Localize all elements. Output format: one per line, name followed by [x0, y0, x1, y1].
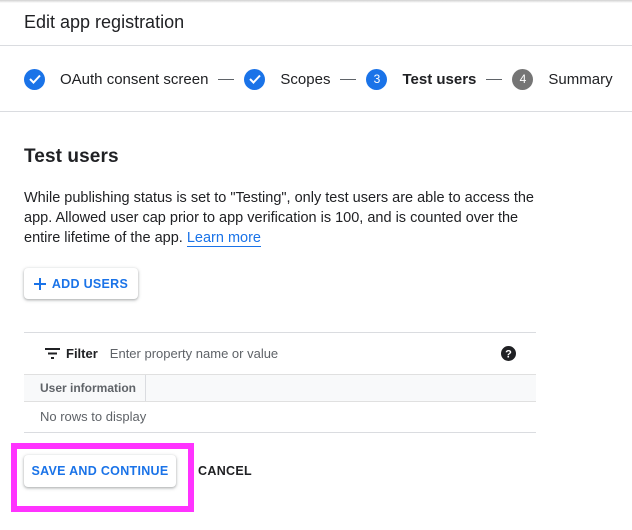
- step-label: OAuth consent screen: [60, 70, 209, 88]
- stepper: OAuth consent screen Scopes 3 Test users…: [24, 68, 613, 90]
- description-text: While publishing status is set to "Testi…: [24, 190, 534, 246]
- step-number: 4: [512, 68, 534, 90]
- learn-more-link[interactable]: Learn more: [186, 230, 261, 247]
- section-title: Test users: [24, 146, 119, 167]
- description: While publishing status is set to "Testi…: [24, 188, 544, 248]
- cancel-button[interactable]: CANCEL: [190, 455, 260, 487]
- step-separator: [218, 78, 235, 80]
- page-title: Edit app registration: [24, 12, 185, 32]
- table-header-row: User information: [24, 374, 536, 402]
- step-test-users[interactable]: 3 Test users: [366, 68, 477, 90]
- step-oauth-consent-screen[interactable]: OAuth consent screen: [24, 68, 209, 90]
- filter-label: Filter: [66, 345, 98, 361]
- step-label: Scopes: [280, 70, 331, 88]
- svg-text:?: ?: [505, 349, 512, 361]
- check-icon: [24, 68, 45, 90]
- step-separator: [340, 78, 357, 80]
- help-icon[interactable]: ?: [501, 346, 516, 361]
- step-label: Test users: [402, 70, 477, 88]
- test-users-table: Filter ? User information No rows to dis…: [24, 332, 536, 433]
- step-label: Summary: [548, 70, 613, 88]
- filter-bar: Filter ?: [24, 333, 536, 373]
- header-divider: [0, 45, 632, 46]
- check-icon: [244, 68, 266, 90]
- step-summary[interactable]: 4 Summary: [512, 68, 613, 90]
- add-users-label: ADD USERS: [51, 276, 129, 291]
- step-separator: [486, 78, 503, 80]
- plus-icon: [33, 277, 46, 290]
- step-number: 3: [366, 68, 388, 90]
- column-header-user-information[interactable]: User information: [24, 375, 146, 401]
- filter-input[interactable]: [109, 345, 480, 361]
- add-users-button[interactable]: ADD USERS: [24, 268, 138, 299]
- filter-icon[interactable]: [45, 347, 60, 359]
- step-scopes[interactable]: Scopes: [244, 68, 331, 90]
- edit-app-registration-page: Edit app registration OAuth consent scre…: [0, 0, 632, 530]
- save-and-continue-button[interactable]: SAVE AND CONTINUE: [24, 455, 176, 487]
- stepper-divider: [0, 111, 632, 112]
- empty-message: No rows to display: [40, 409, 147, 424]
- top-shadow: [0, 0, 632, 3]
